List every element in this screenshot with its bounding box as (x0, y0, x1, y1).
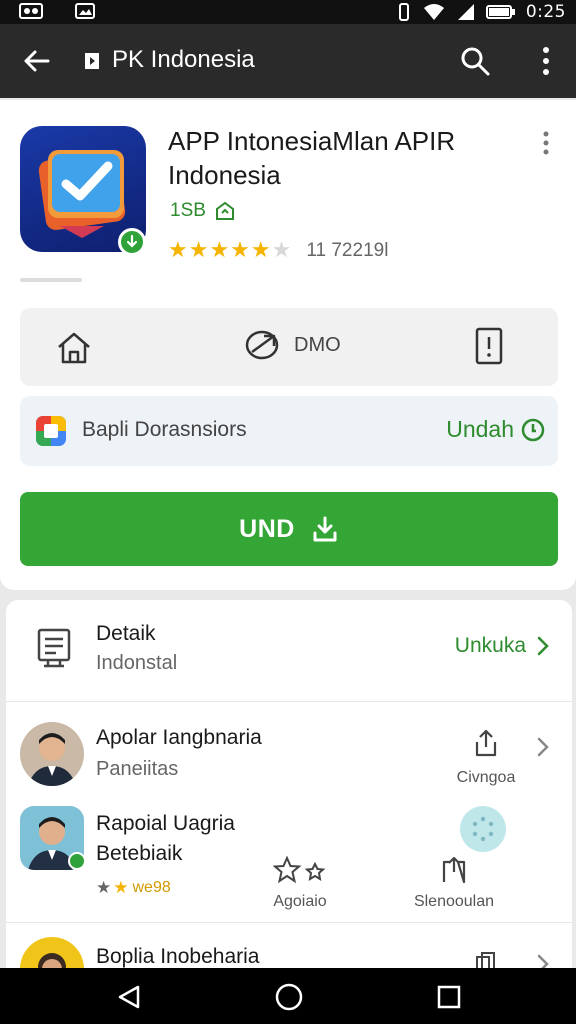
person-name: Rapoial Uagria (96, 812, 235, 835)
app-toolbar: PK Indonesia (0, 24, 576, 98)
document-icon (37, 628, 71, 668)
save-label: Slenooulan (413, 893, 495, 910)
details-link-label: Unkuka (454, 634, 526, 657)
device-info-icon[interactable] (472, 326, 506, 366)
status-bar: 0:25 (0, 0, 576, 24)
star-outline-icon (272, 855, 326, 884)
save-button[interactable]: Slenooulan (404, 856, 504, 911)
back-arrow-icon[interactable] (20, 44, 54, 78)
person-rating-text: we98 (132, 879, 171, 896)
share-button[interactable]: Civngoa (446, 728, 526, 787)
app-title: APP IntonesiaMlan APIR Indonesia (168, 124, 508, 192)
image-notification-icon (75, 3, 95, 19)
clock-icon (521, 418, 545, 441)
quick-actions: DMO (20, 308, 558, 386)
store-icon (36, 416, 66, 446)
signal-icon (457, 4, 474, 20)
bookmark-share-icon (442, 856, 466, 884)
toolbar-title: PK Indonesia (112, 46, 255, 73)
person-rating: ★ ★ we98 (96, 878, 171, 898)
download-source-action-label: Undah (446, 416, 514, 442)
download-source-row[interactable]: Bapli Dorasnsiors Undah (20, 396, 558, 466)
details-card: Detaik Indonstal Unkuka Apolar Iangbnari… (6, 600, 572, 980)
toolbar-title-group: PK Indonesia (82, 46, 255, 74)
rating-stars: ★★★★★★ (168, 238, 293, 263)
chevron-right-icon (537, 636, 549, 656)
loading-spinner-icon (460, 806, 506, 852)
notification-icon (19, 3, 43, 19)
rate-label: Agoiaio (273, 893, 327, 910)
app-header-card: APP IntonesiaMlan APIR Indonesia 1SB ★★★… (0, 100, 576, 590)
download-icon (313, 516, 337, 542)
details-subtitle: Indonstal (96, 652, 178, 674)
demo-action[interactable]: DMO (244, 328, 341, 362)
chevron-right-icon[interactable] (536, 736, 550, 758)
demo-label: DMO (294, 333, 341, 356)
system-navigation-bar (0, 968, 576, 1024)
download-source-label: Bapli Dorasnsiors (82, 418, 247, 441)
divider (20, 278, 82, 282)
card-overflow-icon[interactable] (542, 130, 550, 156)
details-title: Detaik (96, 622, 156, 645)
avatar (20, 722, 84, 786)
details-link[interactable]: Unkuka (455, 634, 550, 658)
verified-badge-icon (118, 228, 146, 256)
app-title-line-1: APP IntonesiaMlan APIR (168, 126, 456, 156)
demo-icon (245, 330, 279, 360)
status-time: 0:25 (525, 2, 566, 22)
rate-button[interactable]: Agoiaio (256, 855, 344, 911)
install-button-label: UND (239, 514, 295, 543)
app-developer-label: 1SB (170, 200, 206, 221)
developer-icon (215, 201, 234, 220)
battery-icon (485, 5, 515, 19)
wifi-icon (423, 4, 444, 20)
search-icon[interactable] (458, 44, 492, 78)
app-rating: ★★★★★★ 11 72219l (168, 238, 388, 263)
person-name: Boplia Inobeharia (96, 945, 260, 968)
rating-count: 11 72219l (306, 239, 389, 261)
overflow-menu-icon[interactable] (536, 44, 556, 78)
home-icon[interactable] (54, 328, 94, 368)
details-row[interactable]: Detaik Indonstal Unkuka (6, 600, 572, 702)
download-source-action[interactable]: Undah (446, 416, 546, 443)
nav-back-icon[interactable] (116, 984, 142, 1010)
nav-recent-apps-icon[interactable] (436, 984, 462, 1010)
install-button[interactable]: UND (20, 492, 558, 566)
app-developer[interactable]: 1SB (170, 200, 236, 222)
app-title-line-2: Indonesia (168, 160, 281, 190)
online-badge-icon (68, 852, 86, 870)
vibrate-icon (398, 3, 409, 21)
nav-home-icon[interactable] (274, 982, 304, 1012)
share-label: Civngoa (456, 769, 516, 786)
person-role: Paneiitas (96, 758, 179, 780)
store-bag-icon (85, 53, 99, 69)
person-name: Apolar Iangbnaria (96, 726, 262, 749)
person-name-line-2: Betebiaik (96, 842, 183, 865)
share-icon (475, 729, 497, 757)
